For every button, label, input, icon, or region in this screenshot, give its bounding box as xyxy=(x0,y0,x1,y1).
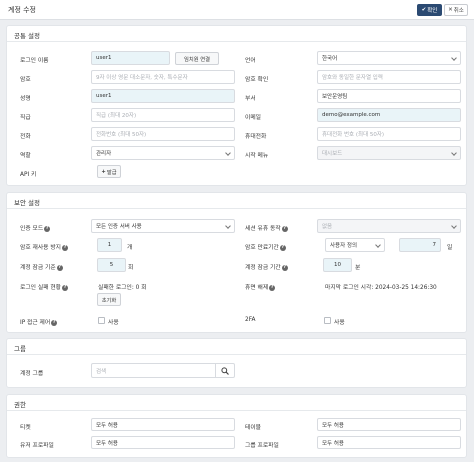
confirm-button[interactable]: ✔ 확인 xyxy=(417,4,442,16)
help-icon[interactable]: ? xyxy=(44,225,51,232)
help-icon[interactable]: ? xyxy=(51,319,58,326)
lock-threshold-input[interactable]: 5 xyxy=(97,258,126,272)
ip-limit-checkbox[interactable] xyxy=(98,317,105,324)
api-key-label: API 키 xyxy=(20,172,37,178)
cancel-button[interactable]: ✕ 취소 xyxy=(444,4,468,16)
reset-button[interactable]: 초기화 xyxy=(97,293,121,306)
session-action-label: 세션 유휴 동작? xyxy=(245,225,288,232)
email-label: 이메일 xyxy=(245,115,261,121)
page-title: 계정 수정 xyxy=(8,6,36,14)
password-label: 암호 xyxy=(20,77,31,83)
session-action-select[interactable]: 없음 xyxy=(317,219,461,233)
general-settings-panel: 공통 설정 로그인 이름 user1 임치원 연결 언어 한국어 암호 9자 이… xyxy=(6,25,467,186)
mobile-label: 휴대전화 xyxy=(245,134,267,140)
pw-reuse-unit: 개 xyxy=(127,245,133,251)
table-permission-input[interactable]: 모두 허용 xyxy=(317,418,461,431)
fail-status-value: 실패한 로그인: 0 회 xyxy=(98,285,147,291)
mobile-input[interactable]: 휴대전화 번호 (최대 50자) xyxy=(317,127,461,141)
help-icon[interactable]: ? xyxy=(279,244,286,251)
pw-expire-unit: 일 xyxy=(447,245,453,251)
language-label: 언어 xyxy=(245,58,256,64)
panel-title: 권한 xyxy=(7,395,466,411)
permission-panel: 권한 티켓 모두 허용 테이블 모두 허용 유저 프로파일 모두 허용 그룹 프… xyxy=(6,394,467,458)
start-menu-label: 시작 메뉴 xyxy=(245,153,269,159)
group-search-button[interactable] xyxy=(216,363,235,378)
phone-label: 전화 xyxy=(20,134,31,140)
dup-check-button[interactable]: 임치원 연결 xyxy=(175,52,219,65)
auth-mode-label: 인증 모드? xyxy=(20,225,51,232)
top-bar: 계정 수정 ✔ 확인 ✕ 취소 xyxy=(0,0,474,20)
search-icon xyxy=(221,367,229,375)
password-input[interactable]: 9자 이상 영문 대소문자, 숫자, 특수문자 xyxy=(91,70,235,84)
pw-expire-input[interactable]: 7 xyxy=(399,238,441,252)
twofa-label: 2FA xyxy=(245,317,256,323)
role-select[interactable]: 관리자 xyxy=(91,146,235,160)
lock-period-input[interactable]: 10 xyxy=(323,258,352,272)
password-confirm-input[interactable]: 암호와 동일한 문자열 입력 xyxy=(317,70,461,84)
ticket-permission-input[interactable]: 모두 허용 xyxy=(91,418,235,431)
dormant-label: 휴면 해제? xyxy=(245,284,276,291)
help-icon[interactable]: ? xyxy=(62,284,69,291)
plus-icon: + xyxy=(101,168,106,175)
login-id-input[interactable]: user1 xyxy=(91,51,170,65)
pw-reuse-label: 암호 재사용 방지? xyxy=(20,244,69,251)
check-icon: ✔ xyxy=(421,7,427,13)
panel-title: 보안 설정 xyxy=(7,193,466,209)
group-profile-permission-input[interactable]: 모두 허용 xyxy=(317,436,461,449)
ticket-label: 티켓 xyxy=(20,425,31,431)
auth-mode-select[interactable]: 모든 인증 서버 사용 xyxy=(91,219,235,233)
user-profile-label: 유저 프로파일 xyxy=(20,443,54,449)
panel-title: 공통 설정 xyxy=(7,26,466,42)
twofa-check-label: 사용 xyxy=(334,320,345,326)
ip-limit-check-label: 사용 xyxy=(108,320,119,326)
fail-status-label: 로그인 실패 현황? xyxy=(20,284,69,291)
close-icon: ✕ xyxy=(448,7,453,13)
help-icon[interactable]: ? xyxy=(62,244,69,251)
name-input[interactable]: user1 xyxy=(91,89,235,103)
lock-threshold-label: 계정 잠금 기준? xyxy=(20,264,63,271)
dept-input[interactable]: 보안운영팀 xyxy=(317,89,461,103)
position-label: 직급 xyxy=(20,115,31,121)
help-icon[interactable]: ? xyxy=(281,225,288,232)
user-profile-permission-input[interactable]: 모두 허용 xyxy=(91,436,235,449)
account-group-label: 계정 그룹 xyxy=(20,371,44,377)
group-panel: 그룹 계정 그룹 검색 xyxy=(6,338,467,388)
issue-api-key-button[interactable]: + 발급 xyxy=(97,165,121,178)
help-icon[interactable]: ? xyxy=(56,264,63,271)
role-label: 역할 xyxy=(20,153,31,159)
start-menu-select[interactable]: 대시보드 xyxy=(317,146,461,160)
panel-title: 그룹 xyxy=(7,339,466,355)
position-input[interactable]: 직급 (최대 20자) xyxy=(91,108,235,122)
email-input[interactable]: demo@example.com xyxy=(317,108,461,122)
ip-limit-label: IP 접근 제어? xyxy=(20,319,58,326)
name-label: 성명 xyxy=(20,96,31,102)
group-search-input[interactable]: 검색 xyxy=(91,363,216,378)
dept-label: 부서 xyxy=(245,96,256,102)
table-label: 테이블 xyxy=(245,425,261,431)
language-select[interactable]: 한국어 xyxy=(317,51,461,65)
help-icon[interactable]: ? xyxy=(269,284,276,291)
lock-period-label: 계정 잠금 기간? xyxy=(245,264,288,271)
lock-threshold-unit: 회 xyxy=(128,265,134,271)
login-id-label: 로그인 이름 xyxy=(20,58,49,64)
twofa-checkbox[interactable] xyxy=(324,317,331,324)
pw-reuse-input[interactable]: 1 xyxy=(97,238,122,252)
password-confirm-label: 암호 확인 xyxy=(245,77,269,83)
lock-period-unit: 분 xyxy=(355,265,361,271)
security-settings-panel: 보안 설정 인증 모드? 모든 인증 서버 사용 세션 유휴 동작? 없음 암호… xyxy=(6,192,467,333)
pw-expire-select[interactable]: 사용자 정의 xyxy=(325,238,385,252)
last-login-text: 마지막 로그인 시각: 2024-03-25 14:26:30 xyxy=(325,285,437,291)
group-profile-label: 그룹 프로파일 xyxy=(245,443,279,449)
phone-input[interactable]: 전화번호 (최대 50자) xyxy=(91,127,235,141)
help-icon[interactable]: ? xyxy=(281,264,288,271)
pw-expire-label: 암호 만료기간? xyxy=(245,244,286,251)
